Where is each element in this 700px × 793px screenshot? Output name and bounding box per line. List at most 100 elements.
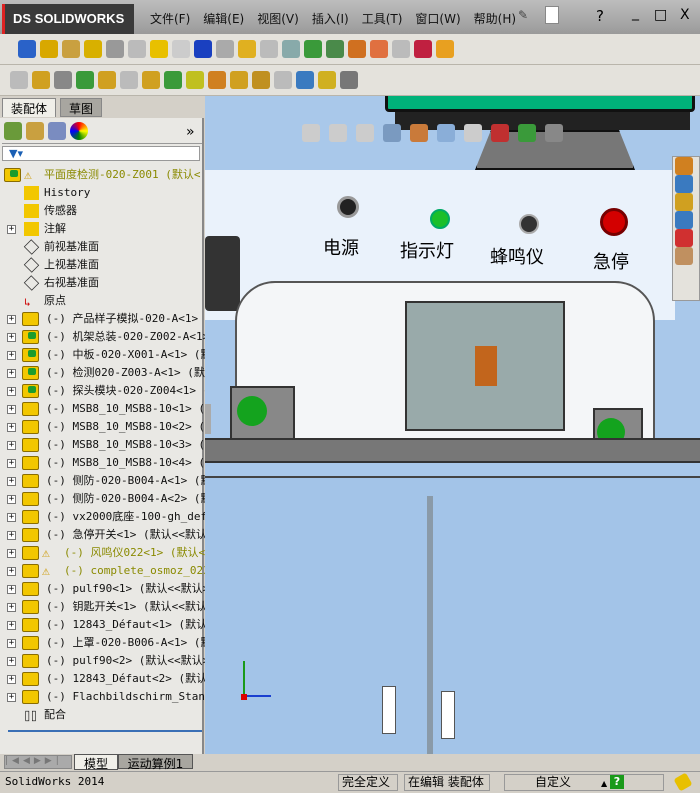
tab-scroll-arrows[interactable]: |◀◀▶▶|: [4, 755, 72, 769]
expand-icon[interactable]: +: [7, 657, 16, 666]
tab-motion-study[interactable]: 运动算例1: [118, 754, 193, 771]
panel-collapse-handle[interactable]: [205, 404, 211, 434]
taskpane-button-3-icon[interactable]: [675, 211, 693, 229]
expand-icon[interactable]: +: [7, 459, 16, 468]
view-button-3-icon[interactable]: [383, 124, 401, 142]
taskpane-button-2-icon[interactable]: [675, 193, 693, 211]
tools-button-16-icon[interactable]: [370, 40, 388, 58]
assembly-button-7-icon[interactable]: [164, 71, 182, 89]
filter-icon[interactable]: ▼▾: [2, 146, 200, 161]
expand-icon[interactable]: +: [7, 603, 16, 612]
assembly-button-13-icon[interactable]: [296, 71, 314, 89]
help-button[interactable]: ?: [596, 7, 604, 25]
tools-button-9-icon[interactable]: [216, 40, 234, 58]
help-status-icon[interactable]: ?: [610, 775, 624, 789]
expand-icon[interactable]: +: [7, 693, 16, 702]
assembly-button-0-icon[interactable]: [10, 71, 28, 89]
tools-button-0-icon[interactable]: [18, 40, 36, 58]
assembly-button-14-icon[interactable]: [318, 71, 336, 89]
rollback-bar[interactable]: [8, 730, 202, 732]
expand-icon[interactable]: +: [7, 621, 16, 630]
view-button-0-icon[interactable]: [302, 124, 320, 142]
solidworks-logo[interactable]: DS SOLIDWORKS: [2, 4, 134, 34]
expand-icon[interactable]: +: [7, 405, 16, 414]
view-button-7-icon[interactable]: [491, 124, 509, 142]
graphics-viewport[interactable]: 电源 指示灯 蜂鸣仪 急停: [205, 96, 700, 755]
view-button-8-icon[interactable]: [518, 124, 536, 142]
expand-icon[interactable]: +: [7, 369, 16, 378]
view-button-9-icon[interactable]: [545, 124, 563, 142]
expand-icon[interactable]: +: [7, 675, 16, 684]
restore-button[interactable]: □: [654, 7, 667, 23]
assembly-button-6-icon[interactable]: [142, 71, 160, 89]
tools-button-11-icon[interactable]: [260, 40, 278, 58]
feature-tree-icon[interactable]: [4, 122, 22, 140]
assembly-button-2-icon[interactable]: [54, 71, 72, 89]
menu-item-3[interactable]: 插入(I): [312, 10, 349, 27]
assembly-button-1-icon[interactable]: [32, 71, 50, 89]
tools-button-15-icon[interactable]: [348, 40, 366, 58]
close-button[interactable]: X: [680, 7, 690, 23]
minimize-button[interactable]: _: [632, 5, 639, 21]
taskpane-button-5-icon[interactable]: [675, 247, 693, 265]
tools-button-1-icon[interactable]: [40, 40, 58, 58]
expand-icon[interactable]: +: [7, 387, 16, 396]
assembly-button-11-icon[interactable]: [252, 71, 270, 89]
tools-button-3-icon[interactable]: [84, 40, 102, 58]
expand-icon[interactable]: +: [7, 315, 16, 324]
menu-item-5[interactable]: 窗口(W): [415, 10, 460, 27]
expand-icon[interactable]: +: [7, 441, 16, 450]
tools-button-7-icon[interactable]: [172, 40, 190, 58]
expand-icon[interactable]: +: [7, 639, 16, 648]
expand-icon[interactable]: +: [7, 423, 16, 432]
property-manager-icon[interactable]: [26, 122, 44, 140]
tab-model[interactable]: 模型: [74, 754, 118, 771]
expand-icon[interactable]: +: [7, 531, 16, 540]
expand-icon[interactable]: +: [7, 351, 16, 360]
menu-item-6[interactable]: 帮助(H): [474, 10, 516, 27]
tag-icon[interactable]: [673, 772, 693, 792]
new-document-icon[interactable]: [545, 6, 559, 24]
tools-button-12-icon[interactable]: [282, 40, 300, 58]
taskpane-button-1-icon[interactable]: [675, 175, 693, 193]
assembly-button-4-icon[interactable]: [98, 71, 116, 89]
tools-button-6-icon[interactable]: [150, 40, 168, 58]
tools-button-14-icon[interactable]: [326, 40, 344, 58]
tools-button-4-icon[interactable]: [106, 40, 124, 58]
tools-button-13-icon[interactable]: [304, 40, 322, 58]
assembly-button-8-icon[interactable]: [186, 71, 204, 89]
expand-icon[interactable]: +: [7, 477, 16, 486]
expand-icon[interactable]: +: [7, 567, 16, 576]
expand-icon[interactable]: +: [7, 225, 16, 234]
tools-button-8-icon[interactable]: [194, 40, 212, 58]
view-button-2-icon[interactable]: [356, 124, 374, 142]
menu-item-2[interactable]: 视图(V): [257, 10, 299, 27]
tools-button-5-icon[interactable]: [128, 40, 146, 58]
assembly-button-9-icon[interactable]: [208, 71, 226, 89]
menu-item-4[interactable]: 工具(T): [362, 10, 403, 27]
tab-sketch[interactable]: 草图: [60, 98, 103, 117]
view-button-1-icon[interactable]: [329, 124, 347, 142]
expand-icon[interactable]: +: [7, 585, 16, 594]
view-button-5-icon[interactable]: [437, 124, 455, 142]
configuration-icon[interactable]: [48, 122, 66, 140]
pin-icon[interactable]: ✎: [518, 8, 534, 26]
menu-item-0[interactable]: 文件(F): [150, 10, 190, 27]
expand-icon[interactable]: +: [7, 513, 16, 522]
tools-button-18-icon[interactable]: [414, 40, 432, 58]
expand-icon[interactable]: +: [7, 495, 16, 504]
taskpane-button-4-icon[interactable]: [675, 229, 693, 247]
tools-button-2-icon[interactable]: [62, 40, 80, 58]
units-selector[interactable]: 自定义 ▲: [504, 774, 664, 791]
appearance-icon[interactable]: [70, 122, 88, 140]
assembly-button-5-icon[interactable]: [120, 71, 138, 89]
tools-button-10-icon[interactable]: [238, 40, 256, 58]
tools-button-19-icon[interactable]: [436, 40, 454, 58]
assembly-button-15-icon[interactable]: [340, 71, 358, 89]
expand-icon[interactable]: +: [7, 333, 16, 342]
view-button-4-icon[interactable]: [410, 124, 428, 142]
assembly-button-12-icon[interactable]: [274, 71, 292, 89]
expand-panel-icon[interactable]: »: [186, 124, 195, 140]
menu-item-1[interactable]: 编辑(E): [203, 10, 244, 27]
tools-button-17-icon[interactable]: [392, 40, 410, 58]
